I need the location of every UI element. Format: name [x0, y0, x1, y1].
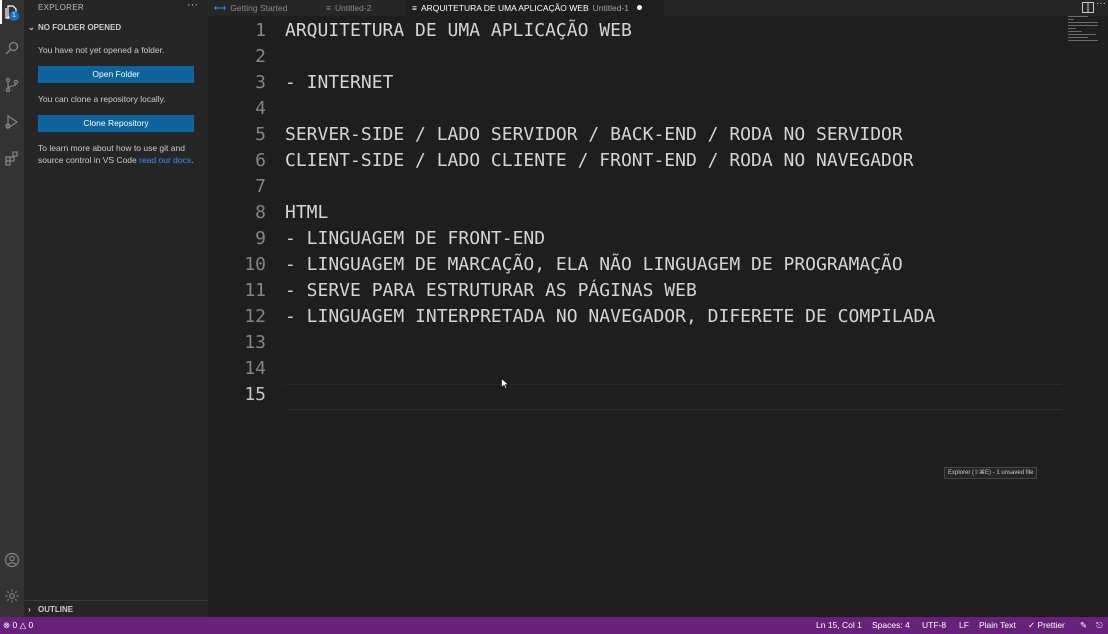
line-text: SERVER-SIDE / LADO SERVIDOR / BACK-END /… [285, 124, 903, 145]
text-file-icon: ≡ [412, 3, 417, 13]
line-text: ARQUITETURA DE UMA APLICAÇÃO WEB [285, 20, 632, 41]
line-number: 4 [255, 98, 266, 119]
active-indicator [0, 0, 2, 24]
tab-label: Getting Started [230, 3, 288, 13]
chevron-right-icon: › [28, 605, 31, 614]
tab-arquitetura[interactable]: ≡ ARQUITETURA DE UMA APLICAÇÃO WEB Untitle… [406, 0, 664, 16]
vscode-icon: ⟷ [214, 3, 227, 13]
no-folder-section-header[interactable]: ⌄ NO FOLDER OPENED [28, 23, 121, 32]
section-label: NO FOLDER OPENED [38, 23, 122, 32]
line-number: 10 [244, 254, 266, 275]
run-debug-icon[interactable] [0, 110, 24, 134]
clone-repository-button[interactable]: Clone Repository [38, 115, 194, 132]
outline-section-header[interactable]: › OUTLINE [24, 600, 208, 617]
warning-icon: △ [19, 620, 27, 630]
cursor-position[interactable]: Ln 15, Col 1 [816, 617, 862, 634]
minimap[interactable] [1068, 16, 1104, 56]
status-bar: ⊗ 0 △ 0 Ln 15, Col 1 Spaces: 4 UTF-8 LF … [0, 617, 1108, 634]
line-text: - INTERNET [285, 72, 394, 93]
language-mode[interactable]: Plain Text [979, 617, 1016, 634]
line-number: 9 [255, 228, 266, 249]
line-number: 8 [255, 202, 266, 223]
explorer-icon[interactable]: 1 [0, 0, 24, 24]
line-number: 13 [244, 332, 266, 353]
no-folder-message: You have not yet opened a folder. [38, 45, 165, 55]
line-text: HTML [285, 202, 329, 223]
unsaved-dot-icon[interactable] [637, 5, 643, 10]
line-number: 3 [255, 72, 266, 93]
tab-label: ARQUITETURA DE UMA APLICAÇÃO WEB [420, 3, 589, 13]
error-count: 0 [12, 620, 18, 630]
split-editor-icon[interactable] [1082, 2, 1094, 13]
outline-label: OUTLINE [38, 605, 74, 614]
source-control-icon[interactable] [0, 73, 24, 97]
line-number: 5 [255, 124, 266, 145]
line-text: - LINGUAGEM INTERPRETADA NO NAVEGADOR, D… [285, 306, 936, 327]
line-number: 7 [255, 176, 266, 197]
tab-description: Untitled-1 [592, 3, 630, 13]
text-editor[interactable]: 1 ARQUITETURA DE UMA APLICAÇÃO WEB 2 3 - INT… [208, 16, 1108, 617]
problems-indicator[interactable]: ⊗ 0 △ 0 [3, 617, 33, 634]
line-text: - LINGUAGEM DE MARCAÇÃO, ELA NÃO LINGUAG… [285, 254, 903, 275]
line-text: - LINGUAGEM DE FRONT-END [285, 228, 546, 249]
current-line-highlight [285, 384, 1063, 410]
search-icon[interactable] [0, 36, 24, 60]
mouse-pointer-icon [501, 378, 509, 389]
account-icon[interactable] [0, 548, 24, 572]
indentation[interactable]: Spaces: 4 [872, 617, 910, 634]
line-number: 6 [255, 150, 266, 171]
error-icon: ⊗ [3, 620, 11, 630]
line-text: CLIENT-SIDE / LADO CLIENTE / FRONT-END /… [285, 150, 914, 171]
settings-gear-icon[interactable] [0, 584, 24, 608]
tab-getting-started[interactable]: ⟷ Getting Started [214, 0, 324, 16]
explorer-badge: 1 [9, 11, 19, 21]
encoding[interactable]: UTF-8 [922, 617, 946, 634]
line-number: 11 [244, 280, 266, 301]
line-ending[interactable]: LF [959, 617, 969, 634]
explorer-tooltip: Explorer (⇧⌘E) - 1 unsaved file [944, 467, 1038, 479]
notifications-bell-icon[interactable]: ⎋ [1096, 617, 1103, 634]
chevron-down-icon: ⌄ [28, 23, 35, 32]
warning-count: 0 [28, 620, 34, 630]
tab-untitled-2[interactable]: ≡ Untitled-2 [326, 0, 404, 16]
line-number: 15 [244, 384, 266, 405]
tab-label: Untitled-2 [334, 3, 372, 13]
git-docs-message: To learn more about how to use git and s… [38, 142, 196, 166]
clone-message: You can clone a repository locally. [38, 94, 166, 104]
line-number: 12 [244, 306, 266, 327]
line-text: - SERVE PARA ESTRUTURAR AS PÁGINAS WEB [285, 280, 697, 301]
editor-tab-bar: ⟷ Getting Started ≡ Untitled-2 ≡ ARQUITETUR… [208, 0, 1108, 16]
open-folder-button[interactable]: Open Folder [38, 66, 194, 83]
explorer-sidebar: EXPLORER ··· ⌄ NO FOLDER OPENED You have … [24, 0, 208, 617]
prettier-status[interactable]: ✓ Prettier [1028, 617, 1065, 634]
more-actions-icon[interactable]: ··· [187, 0, 198, 11]
activity-bar: 1 [0, 0, 24, 617]
read-docs-link[interactable]: read our docs [139, 155, 191, 165]
feedback-icon[interactable]: ✎ [1080, 617, 1087, 634]
git-docs-period: . [191, 155, 194, 165]
line-number: 2 [255, 46, 266, 67]
text-file-icon: ≡ [326, 3, 331, 13]
line-number: 14 [244, 358, 266, 379]
extensions-icon[interactable] [0, 146, 24, 170]
line-number: 1 [255, 20, 266, 41]
editor-more-icon[interactable]: ··· [1096, 0, 1106, 9]
sidebar-title: EXPLORER [38, 3, 84, 12]
